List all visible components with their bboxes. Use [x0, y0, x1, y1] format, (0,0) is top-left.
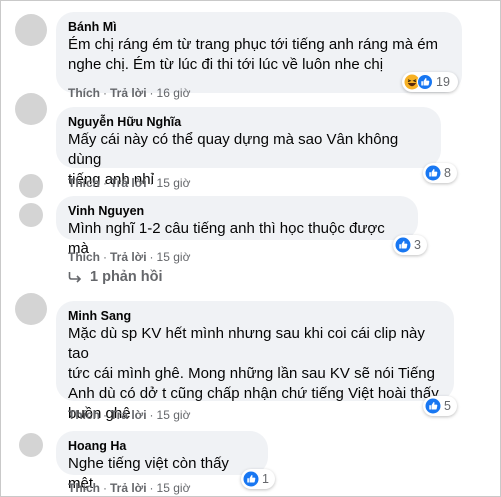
- comment-author[interactable]: Vinh Nguyen: [68, 203, 406, 219]
- comment-text-line: Ém chị ráng ém từ trang phục tới tiếng a…: [68, 36, 439, 53]
- avatar[interactable]: [19, 174, 43, 198]
- avatar[interactable]: [19, 433, 43, 457]
- comment-actions: Thích · Trả lời · 15 giờ: [68, 250, 191, 264]
- reply-arrow-icon: [68, 272, 82, 283]
- comment-actions: Thích · Trả lời · 15 giờ: [68, 176, 191, 190]
- like-icon: [243, 471, 259, 487]
- like-link[interactable]: Thích: [68, 86, 100, 100]
- comment-author[interactable]: Hoang Ha: [68, 438, 256, 454]
- reaction-count: 8: [444, 166, 451, 180]
- comment-bubble: Vinh Nguyen Mình nghĩ 1-2 câu tiếng anh …: [56, 196, 418, 257]
- reaction-summary[interactable]: 19: [402, 72, 458, 92]
- reaction-count: 19: [436, 75, 450, 89]
- reaction-count: 3: [414, 238, 421, 252]
- like-icon: [395, 237, 411, 253]
- avatar[interactable]: [19, 203, 43, 227]
- comment-actions: Thích · Trả lời · 16 giờ: [68, 86, 191, 100]
- like-icon: [425, 165, 441, 181]
- like-link[interactable]: Thích: [68, 250, 100, 264]
- comment-author[interactable]: Minh Sang: [68, 308, 442, 324]
- like-icon: [417, 74, 433, 90]
- reply-link[interactable]: Trả lời: [110, 481, 147, 495]
- comment-actions: Thích · Trả lời · 15 giờ: [68, 481, 191, 495]
- reaction-summary[interactable]: 1: [241, 469, 275, 489]
- view-replies-label[interactable]: 1 phản hồi: [90, 269, 163, 285]
- comment-bubble: Nguyễn Hữu Nghĩa Mấy cái này có thể quay…: [56, 107, 441, 188]
- reply-link[interactable]: Trả lời: [110, 250, 147, 264]
- comment-time[interactable]: 15 giờ: [157, 481, 191, 495]
- reaction-count: 5: [444, 399, 451, 413]
- reaction-summary[interactable]: 8: [423, 163, 457, 183]
- reaction-count: 1: [262, 472, 269, 486]
- comment-author[interactable]: Nguyễn Hữu Nghĩa: [68, 114, 429, 130]
- comment-text-line: nghe chị. Ém từ lúc đi thi tới lúc về lu…: [68, 56, 384, 73]
- like-link[interactable]: Thích: [68, 408, 100, 422]
- comment-text-line: Mặc dù sp KV hết mình nhưng sau khi coi …: [68, 325, 425, 362]
- like-link[interactable]: Thích: [68, 481, 100, 495]
- comment-actions: Thích · Trả lời · 15 giờ: [68, 408, 191, 422]
- reply-link[interactable]: Trả lời: [110, 408, 147, 422]
- comment-time[interactable]: 16 giờ: [157, 86, 191, 100]
- reply-link[interactable]: Trả lời: [110, 176, 147, 190]
- like-link[interactable]: Thích: [68, 176, 100, 190]
- comment-time[interactable]: 15 giờ: [157, 408, 191, 422]
- comment-text-line: Mấy cái này có thể quay dựng mà sao Vân …: [68, 131, 399, 168]
- avatar[interactable]: [15, 14, 47, 46]
- like-icon: [425, 398, 441, 414]
- comment-text-line: Anh dù có dở t cũng chấp nhận chứ tiếng …: [68, 385, 439, 402]
- comment-bubble: Hoang Ha Nghe tiếng việt còn thấy mệt: [56, 431, 268, 492]
- comment-author[interactable]: Bánh Mì: [68, 19, 450, 35]
- reply-link[interactable]: Trả lời: [110, 86, 147, 100]
- comment-bubble: Minh Sang Mặc dù sp KV hết mình nhưng sa…: [56, 301, 454, 422]
- comment-time[interactable]: 15 giờ: [157, 250, 191, 264]
- comment-text-line: tức cái mình ghê. Mong những lần sau KV …: [68, 365, 435, 382]
- comment-time[interactable]: 15 giờ: [157, 176, 191, 190]
- view-replies-link[interactable]: 1 phản hồi: [68, 269, 163, 285]
- avatar[interactable]: [15, 93, 47, 125]
- reaction-summary[interactable]: 3: [393, 235, 427, 255]
- reaction-summary[interactable]: 5: [423, 396, 457, 416]
- avatar[interactable]: [15, 293, 47, 325]
